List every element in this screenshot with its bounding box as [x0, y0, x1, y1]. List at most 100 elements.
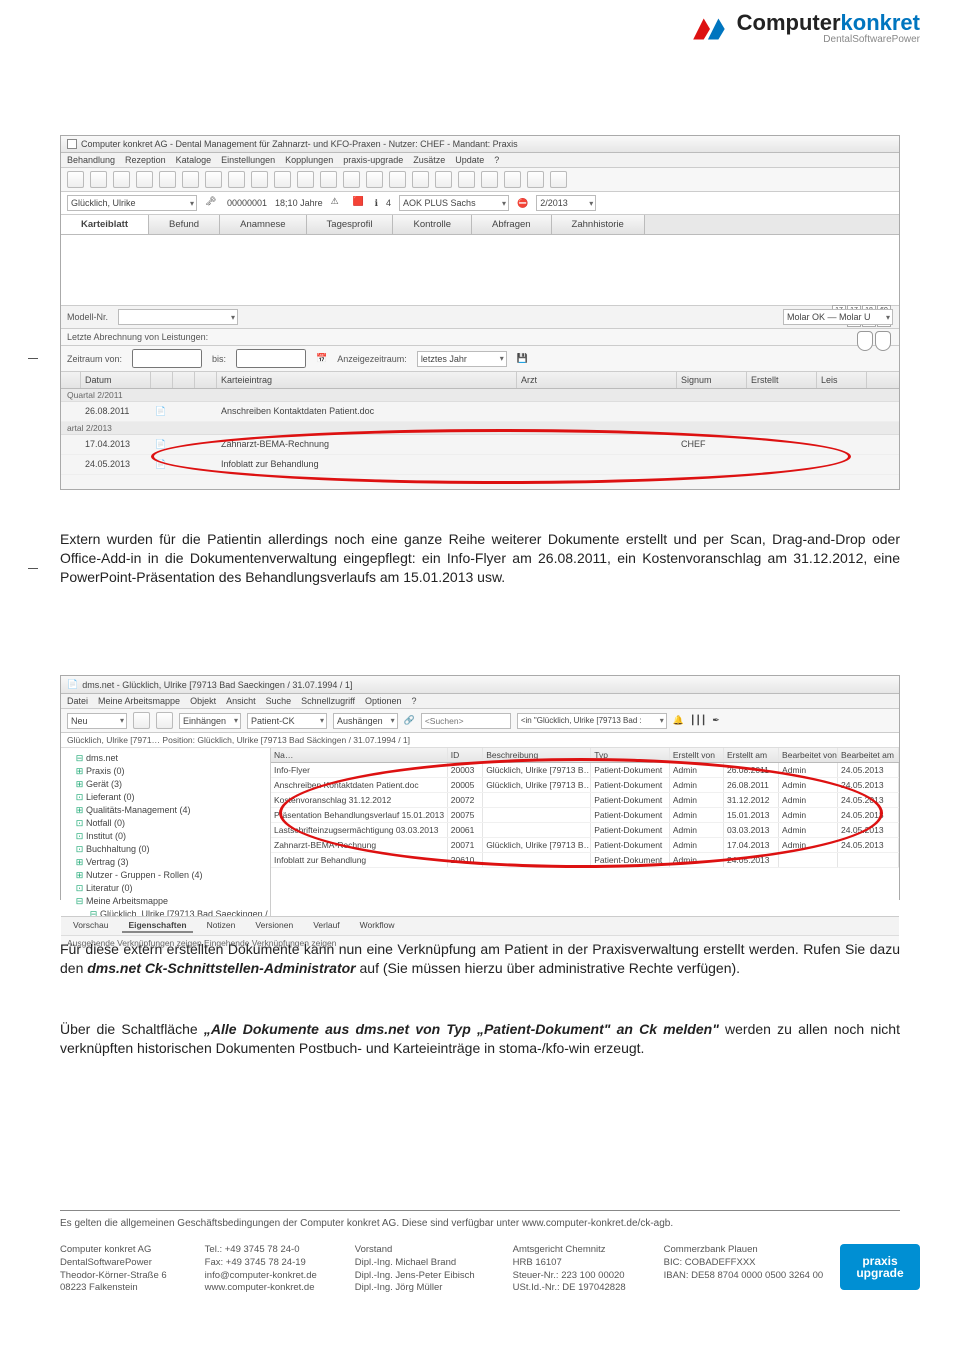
list-col-header[interactable]: ID	[448, 748, 483, 762]
table-row[interactable]: 24.05.2013📄Infoblatt zur Behandlung	[61, 455, 899, 475]
list-col-header[interactable]: Bearbeitet am	[838, 748, 899, 762]
anzeige-combo[interactable]: letztes Jahr	[417, 351, 507, 367]
menu-item[interactable]: Rezeption	[125, 155, 166, 165]
tree-item[interactable]: ⊡Institut (0)	[75, 830, 264, 843]
toolbar-icon[interactable]	[113, 171, 130, 188]
bell-icon[interactable]: 🔔	[673, 715, 684, 726]
list-col-header[interactable]: Erstellt von	[670, 748, 724, 762]
table-row[interactable]: 26.08.2011📄Anschreiben Kontaktdaten Pati…	[61, 402, 899, 422]
list-col-header[interactable]: Typ	[591, 748, 670, 762]
zeitraum-von-input[interactable]	[132, 349, 202, 368]
tree-item[interactable]: ⊡Lieferant (0)	[75, 791, 264, 804]
save-icon[interactable]: 💾	[517, 353, 528, 364]
toolbar-icon[interactable]	[133, 712, 150, 729]
toolbar-icon[interactable]	[182, 171, 199, 188]
grid-col-header[interactable]: Signum	[677, 372, 747, 388]
menu-item[interactable]: Optionen	[365, 696, 402, 706]
search-scope-combo[interactable]: <in "Glücklich, Ulrike [79713 Bad :	[517, 713, 667, 729]
insurance-combo[interactable]: AOK PLUS Sachs	[399, 195, 509, 211]
aushaengen-button[interactable]: Aushängen	[333, 713, 398, 729]
toolbar-icon[interactable]	[228, 171, 245, 188]
list-item[interactable]: Infoblatt zur Behandlung20610Patient-Dok…	[271, 853, 899, 868]
signature-icon[interactable]: ✒	[712, 715, 720, 726]
toolbar-icon[interactable]	[389, 171, 406, 188]
tab-abfragen[interactable]: Abfragen	[472, 215, 552, 234]
list-item[interactable]: Zahnarzt-BEMA-Rechnung20071Glücklich, Ul…	[271, 838, 899, 853]
tab-anamnese[interactable]: Anamnese	[220, 215, 306, 234]
search-input[interactable]	[421, 713, 511, 729]
zeitraum-bis-input[interactable]	[236, 349, 306, 368]
detail-tab[interactable]: Notizen	[201, 919, 242, 933]
menu-item[interactable]: Objekt	[190, 696, 216, 706]
tree-item[interactable]: ⊞Gerät (3)	[75, 778, 264, 791]
tree-item[interactable]: ⊡Literatur (0)	[75, 882, 264, 895]
toolbar-icon[interactable]	[366, 171, 383, 188]
new-button[interactable]: Neu	[67, 713, 127, 729]
molar-combo[interactable]: Molar OK — Molar U	[783, 309, 893, 325]
menu-item[interactable]: Kopplungen	[285, 155, 333, 165]
grid-col-header[interactable]: Arzt	[517, 372, 677, 388]
tab-tagesprofil[interactable]: Tagesprofil	[307, 215, 394, 234]
menu-item[interactable]: Meine Arbeitsmappe	[98, 696, 180, 706]
tree-item[interactable]: ⊡Notfall (0)	[75, 817, 264, 830]
menu-item[interactable]: praxis-upgrade	[343, 155, 403, 165]
tree-item[interactable]: ⊞Nutzer - Gruppen - Rollen (4)	[75, 869, 264, 882]
toolbar-icon[interactable]	[412, 171, 429, 188]
menu-item[interactable]: Suche	[266, 696, 292, 706]
grid-col-header[interactable]: Leis	[817, 372, 867, 388]
detail-tab[interactable]: Verlauf	[307, 919, 345, 933]
detail-tab[interactable]: Versionen	[249, 919, 299, 933]
grid-col-header[interactable]: Erstellt	[747, 372, 817, 388]
menu-item[interactable]: Schnellzugriff	[301, 696, 355, 706]
tree-item[interactable]: ⊟dms.net	[75, 752, 264, 765]
tree-item[interactable]: ⊟Glücklich, Ulrike [79713 Bad Saeckingen…	[89, 908, 264, 916]
detail-tab[interactable]: Vorschau	[67, 919, 114, 933]
list-col-header[interactable]: Beschreibung	[483, 748, 591, 762]
toolbar-icon[interactable]	[343, 171, 360, 188]
grid-col-header[interactable]: Karteieintrag	[217, 372, 517, 388]
toolbar-icon[interactable]	[274, 171, 291, 188]
context-combo[interactable]: Patient-CK	[247, 713, 327, 729]
menu-item[interactable]: Update	[455, 155, 484, 165]
menu-item[interactable]: Kataloge	[176, 155, 212, 165]
menu-item[interactable]: Ansicht	[226, 696, 256, 706]
list-item[interactable]: Präsentation Behandlungsverlauf 15.01.20…	[271, 808, 899, 823]
folder-tree[interactable]: ⊟dms.net⊞Praxis (0)⊞Gerät (3)⊡Lieferant …	[61, 748, 271, 916]
link-icon[interactable]: 🔗	[404, 715, 415, 726]
toolbar-icon[interactable]	[458, 171, 475, 188]
calendar-icon[interactable]: 📅	[316, 353, 327, 364]
grid-col-header[interactable]: Datum	[81, 372, 151, 388]
tree-item[interactable]: ⊟Meine Arbeitsmappe	[75, 895, 264, 908]
toolbar-icon[interactable]	[90, 171, 107, 188]
menu-item[interactable]: Behandlung	[67, 155, 115, 165]
toolbar-icon[interactable]	[481, 171, 498, 188]
grid-col-header[interactable]	[173, 372, 195, 388]
modell-combo[interactable]	[118, 309, 238, 325]
grid-col-header[interactable]	[61, 372, 81, 388]
tab-zahnhistorie[interactable]: Zahnhistorie	[552, 215, 645, 234]
toolbar-icon[interactable]	[156, 712, 173, 729]
toolbar-icon[interactable]	[159, 171, 176, 188]
einhaengen-button[interactable]: Einhängen	[179, 713, 241, 729]
tab-kontrolle[interactable]: Kontrolle	[393, 215, 472, 234]
period-combo[interactable]: 2/2013	[536, 195, 596, 211]
menu-item[interactable]: ?	[412, 696, 417, 706]
tree-item[interactable]: ⊞Praxis (0)	[75, 765, 264, 778]
list-item[interactable]: Anschreiben Kontaktdaten Patient.doc2000…	[271, 778, 899, 793]
detail-tab[interactable]: Eigenschaften	[122, 919, 192, 933]
tab-karteiblatt[interactable]: Karteiblatt	[61, 215, 149, 234]
menu-item[interactable]: Zusätze	[413, 155, 445, 165]
list-item[interactable]: Info-Flyer20003Glücklich, Ulrike [79713 …	[271, 763, 899, 778]
tab-befund[interactable]: Befund	[149, 215, 220, 234]
tree-item[interactable]: ⊡Buchhaltung (0)	[75, 843, 264, 856]
toolbar-icon[interactable]	[297, 171, 314, 188]
toolbar-icon[interactable]	[320, 171, 337, 188]
list-item[interactable]: Lastschrifteinzugsermächtigung 03.03.201…	[271, 823, 899, 838]
barcode-icon[interactable]: ┃┃┃	[690, 715, 706, 726]
toolbar-icon[interactable]	[435, 171, 452, 188]
detail-tab[interactable]: Workflow	[354, 919, 401, 933]
table-row[interactable]: 17.04.2013📄Zahnarzt-BEMA-RechnungCHEF	[61, 435, 899, 455]
toolbar-icon[interactable]	[504, 171, 521, 188]
toolbar-icon[interactable]	[67, 171, 84, 188]
toolbar-icon[interactable]	[550, 171, 567, 188]
